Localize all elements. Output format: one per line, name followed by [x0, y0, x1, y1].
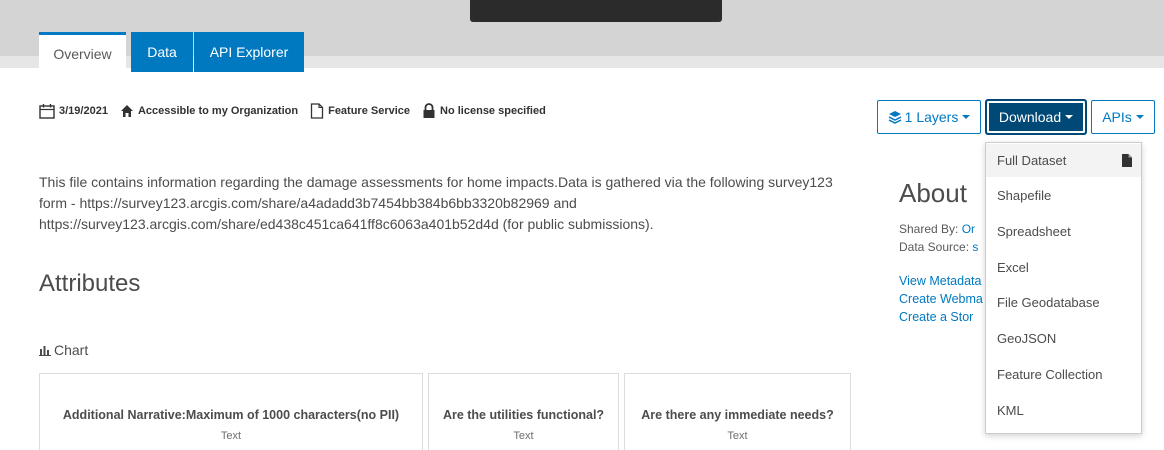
about-heading: About	[899, 178, 967, 208]
meta-type: Feature Service	[310, 103, 410, 119]
attributes-heading: Attributes	[39, 270, 141, 297]
apis-button[interactable]: APIs	[1091, 100, 1155, 134]
menu-item-shapefile[interactable]: Shapefile	[986, 179, 1141, 212]
meta-date: 3/19/2021	[39, 103, 108, 119]
create-story-link[interactable]: Create a Stor	[899, 310, 973, 324]
meta-license: No license specified	[422, 103, 546, 119]
meta-access: Accessible to my Organization	[120, 104, 298, 118]
menu-item-label: Full Dataset	[997, 153, 1067, 168]
layers-label: 1 Layers	[904, 109, 959, 125]
tab-data[interactable]: Data	[131, 32, 193, 72]
meta-type-text: Feature Service	[328, 105, 411, 117]
chevron-down-icon	[1065, 115, 1074, 119]
menu-item-geojson[interactable]: GeoJSON	[986, 322, 1141, 355]
download-menu: Full Dataset Shapefile Spreadsheet Excel…	[985, 142, 1142, 434]
attribute-card-title: Additional Narrative:Maximum of 1000 cha…	[62, 408, 400, 422]
attribute-card-type: Text	[220, 430, 242, 442]
file-icon	[310, 103, 324, 119]
file-icon	[1122, 154, 1132, 167]
calendar-icon	[39, 104, 55, 119]
item-meta-row: 3/19/2021 Accessible to my Organization …	[39, 100, 558, 122]
menu-item-kml[interactable]: KML	[986, 394, 1141, 427]
menu-item-label: Excel	[997, 260, 1029, 275]
shared-by-label: Shared By:	[899, 222, 962, 236]
tab-overview[interactable]: Overview	[39, 32, 126, 72]
data-source-label: Data Source:	[899, 240, 973, 254]
layers-button[interactable]: 1 Layers	[877, 100, 981, 134]
download-button[interactable]: Download	[986, 100, 1086, 134]
lock-icon	[423, 103, 435, 118]
attribute-card-title: Are there any immediate needs?	[641, 408, 834, 422]
chevron-down-icon	[962, 115, 971, 119]
layers-icon	[888, 111, 901, 124]
download-label: Download	[998, 109, 1062, 125]
attribute-card-type: Text	[513, 430, 534, 442]
menu-item-feature-collection[interactable]: Feature Collection	[986, 358, 1141, 391]
apis-label: APIs	[1102, 109, 1132, 125]
meta-access-text: Accessible to my Organization	[137, 105, 299, 117]
attribute-card-title: Are the utilities functional?	[442, 408, 605, 422]
shared-by-value[interactable]: Or	[962, 222, 975, 236]
menu-item-label: GeoJSON	[997, 331, 1057, 346]
tab-api-explorer[interactable]: API Explorer	[194, 32, 304, 72]
home-icon	[120, 105, 133, 117]
attribute-card-type: Text	[727, 430, 748, 442]
menu-item-label: Spreadsheet	[997, 224, 1071, 239]
about-data-source: Data Source: s	[899, 240, 978, 254]
view-metadata-link[interactable]: View Metadata	[899, 274, 981, 288]
chevron-down-icon	[1135, 115, 1144, 119]
attribute-card[interactable]: Additional Narrative:Maximum of 1000 cha…	[39, 373, 423, 450]
meta-date-text: 3/19/2021	[59, 105, 108, 117]
menu-item-label: File Geodatabase	[997, 295, 1100, 310]
create-webmap-link[interactable]: Create Webma	[899, 292, 983, 306]
meta-license-text: No license specified	[440, 105, 546, 117]
menu-item-label: Shapefile	[997, 188, 1052, 203]
menu-item-full-dataset[interactable]: Full Dataset	[986, 144, 1141, 177]
about-shared-by: Shared By: Or	[899, 222, 975, 236]
bar-chart-icon	[39, 345, 51, 356]
menu-item-excel[interactable]: Excel	[986, 251, 1141, 284]
item-description: This file contains information regarding…	[39, 174, 833, 232]
attribute-card[interactable]: Are the utilities functional? Text	[428, 373, 619, 450]
menu-item-label: KML	[997, 403, 1024, 418]
data-source-value[interactable]: s	[972, 240, 978, 254]
attribute-card[interactable]: Are there any immediate needs? Text	[624, 373, 851, 450]
menu-item-label: Feature Collection	[997, 367, 1103, 382]
menu-item-spreadsheet[interactable]: Spreadsheet	[986, 215, 1141, 248]
chart-link[interactable]: Chart	[39, 342, 88, 358]
hero-thumbnail	[470, 0, 722, 22]
chart-link-label: Chart	[54, 342, 89, 358]
menu-item-file-geodatabase[interactable]: File Geodatabase	[986, 286, 1141, 319]
